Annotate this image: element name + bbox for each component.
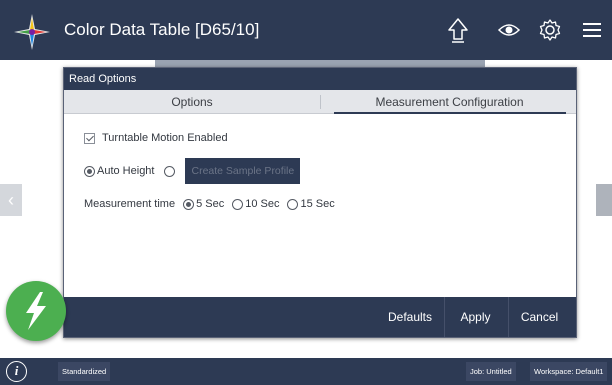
lightning-icon [26,292,46,330]
page-title: Color Data Table [D65/10] [64,20,260,39]
chevron-left-icon[interactable]: ‹ [0,184,22,216]
turntable-checkbox[interactable] [84,132,95,144]
upload-icon[interactable] [442,14,474,46]
dialog-footer: Defaults Apply Cancel [64,297,576,337]
time-10-label: 10 Sec [245,198,280,210]
time-10-radio[interactable] [232,198,244,210]
time-15-label: 15 Sec [300,198,335,210]
create-sample-profile-button[interactable]: Create Sample Profile [185,158,301,184]
auto-height-label: Auto Height [97,165,155,177]
app-logo-icon [14,14,50,50]
gear-icon[interactable] [534,14,566,46]
time-5-radio[interactable] [183,198,195,210]
auto-height-option[interactable]: Auto Height [84,165,154,177]
eye-icon[interactable] [493,14,525,46]
cancel-button[interactable]: Cancel [508,297,570,337]
time-option-10[interactable]: 10 Sec [232,198,279,210]
auto-height-radio[interactable] [84,165,95,177]
measurement-time-row: Measurement time 5 Sec 10 Sec 15 Sec [84,198,335,210]
dialog-content: Turntable Motion Enabled Auto Height Cre… [64,114,576,297]
time-option-5[interactable]: 5 Sec [183,198,224,210]
job-indicator[interactable]: Job: Untitled [466,362,516,381]
turntable-row: Turntable Motion Enabled [84,132,228,144]
measure-button[interactable] [6,281,66,341]
time-15-radio[interactable] [287,198,299,210]
measurement-time-label: Measurement time [84,198,176,210]
defaults-button[interactable]: Defaults [378,297,442,337]
time-5-label: 5 Sec [196,198,225,210]
workspace-indicator[interactable]: Workspace: Default1 [530,362,608,381]
status-badge: Standardized [58,362,111,381]
info-icon[interactable]: i [6,361,27,382]
dialog-title: Read Options [64,68,576,90]
chevron-right-icon[interactable] [596,184,612,216]
tab-measurement-configuration[interactable]: Measurement Configuration [321,90,578,114]
read-options-dialog: Read Options Options Measurement Configu… [63,67,577,338]
status-bar: i Standardized Job: Untitled Workspace: … [0,358,612,385]
apply-button[interactable]: Apply [444,297,506,337]
menu-icon[interactable] [576,14,608,46]
sample-profile-radio[interactable] [164,165,176,177]
dialog-tabs: Options Measurement Configuration [64,90,576,114]
turntable-label: Turntable Motion Enabled [102,132,228,144]
app-bar: Color Data Table [D65/10] [0,0,612,60]
time-option-15[interactable]: 15 Sec [287,198,335,210]
height-row: Auto Height Create Sample Profile [84,158,301,184]
tab-options[interactable]: Options [64,90,320,114]
